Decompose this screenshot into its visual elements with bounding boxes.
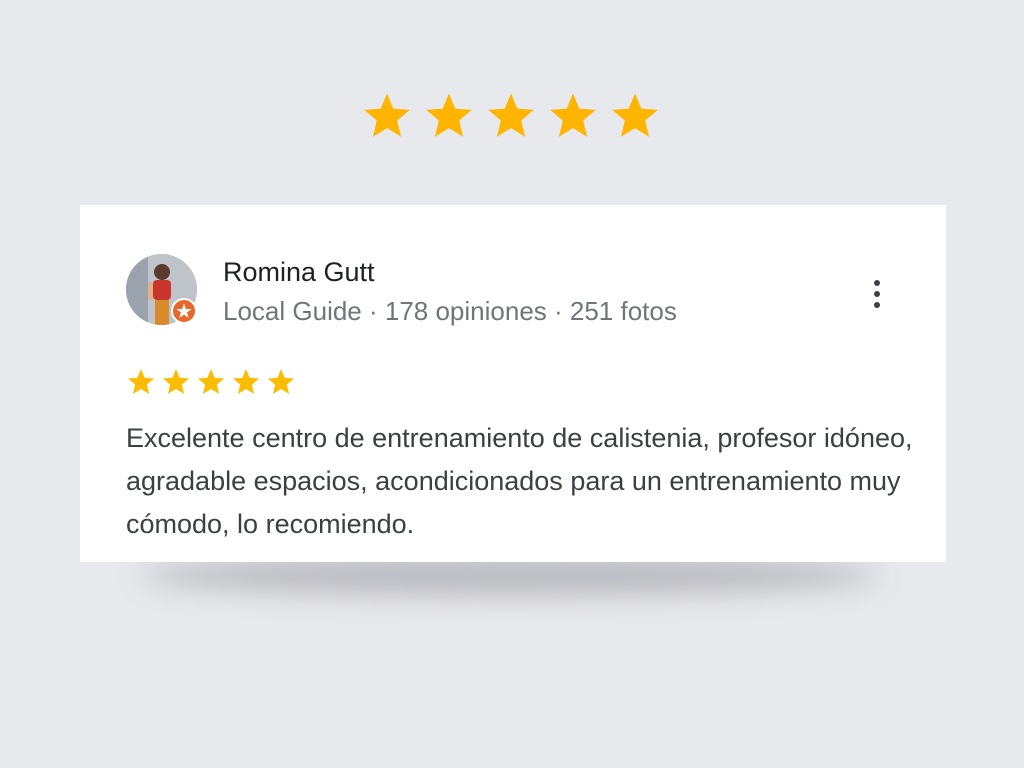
- review-card: Romina Gutt Local Guide · 178 opiniones …: [80, 205, 946, 562]
- review-star-icon-4: [232, 369, 260, 394]
- review-star-icon-2: [162, 369, 190, 394]
- review-star-icon-3: [197, 369, 225, 394]
- reviewer-meta: Local Guide · 178 opiniones · 251 fotos: [223, 296, 677, 326]
- header-star-icon-3: [488, 93, 534, 137]
- review-text: Excelente centro de entrenamiento de cal…: [126, 423, 913, 539]
- review-star-rating: [126, 367, 296, 397]
- more-vert-icon: [874, 280, 880, 308]
- more-options-button[interactable]: [860, 275, 894, 313]
- header-star-icon-2: [426, 93, 472, 137]
- header-star-icon-4: [550, 93, 596, 137]
- local-guide-badge-icon: [171, 298, 197, 324]
- header-star-icon-1: [364, 93, 410, 137]
- header-star-icon-5: [612, 93, 658, 137]
- review-star-icon-5: [267, 369, 295, 394]
- header-star-rating: [361, 90, 661, 142]
- reviewer-name[interactable]: Romina Gutt: [223, 257, 375, 288]
- review-star-icon-1: [127, 369, 155, 394]
- reviewer-avatar[interactable]: [126, 254, 197, 325]
